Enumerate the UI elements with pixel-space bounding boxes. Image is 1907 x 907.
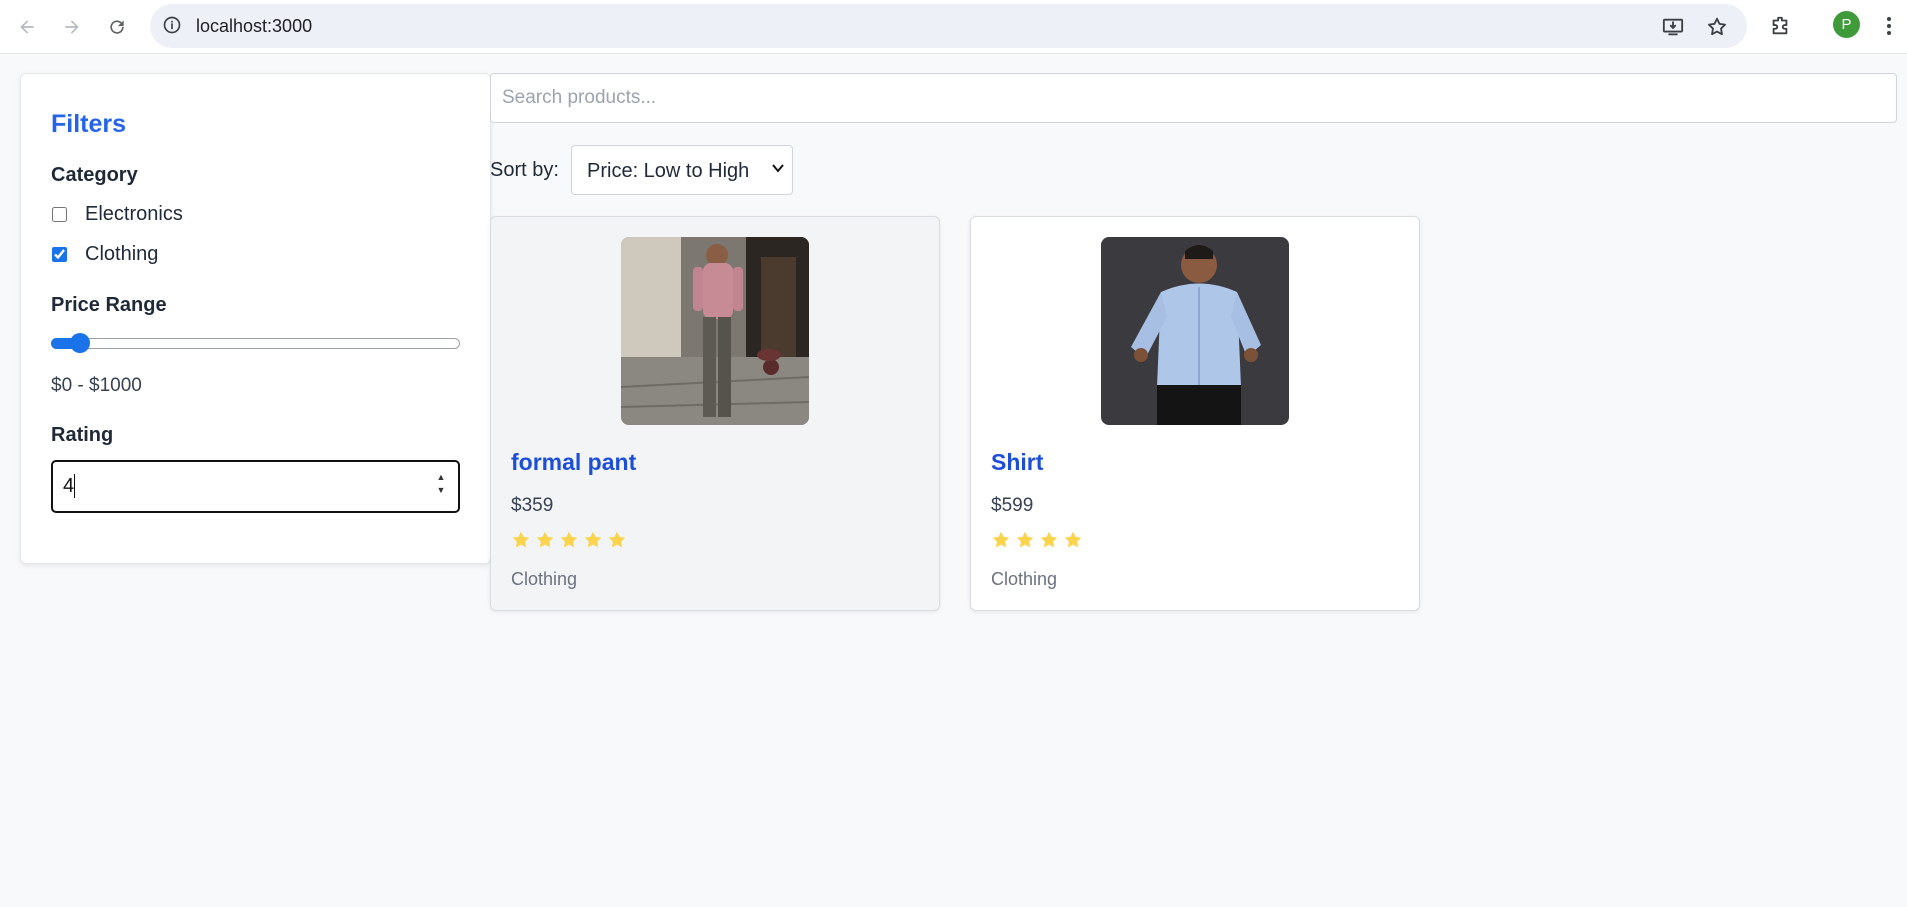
- price-range-slider[interactable]: [51, 333, 460, 353]
- filters-title: Filters: [51, 110, 127, 138]
- price-range-title: Price Range: [51, 294, 167, 316]
- spin-up-icon[interactable]: ▲: [434, 471, 448, 484]
- star-icon: [584, 531, 602, 548]
- install-app-icon[interactable]: [1660, 14, 1686, 40]
- rating-input-value[interactable]: 4: [63, 475, 74, 498]
- rating-number-input[interactable]: 4 ▲ ▼: [51, 460, 460, 513]
- product-rating-stars: [991, 530, 1083, 550]
- profile-avatar[interactable]: P: [1833, 11, 1860, 38]
- product-name[interactable]: Shirt: [991, 449, 1043, 476]
- search-box[interactable]: [490, 73, 1897, 123]
- product-image-formal-pant[interactable]: [621, 237, 809, 425]
- rating-title: Rating: [51, 424, 114, 446]
- product-category: Clothing: [991, 569, 1058, 589]
- text-caret: [74, 474, 75, 498]
- more-vert-icon[interactable]: [1873, 10, 1905, 42]
- category-electronics[interactable]: Electronics: [51, 203, 183, 226]
- back-arrow-icon[interactable]: [9, 9, 45, 45]
- star-icon: [560, 531, 578, 548]
- chevron-down-icon: [772, 164, 784, 173]
- product-name[interactable]: formal pant: [511, 449, 636, 476]
- forward-arrow-icon[interactable]: [54, 9, 90, 45]
- slider-track: [51, 338, 460, 349]
- clothing-checkbox[interactable]: [52, 247, 67, 262]
- browser-toolbar: localhost:3000 P: [0, 0, 1907, 54]
- sort-select[interactable]: Price: Low to High: [571, 145, 793, 195]
- filters-panel: Filters Category Electronics Clothing Pr…: [20, 73, 491, 564]
- star-icon: [608, 531, 626, 548]
- clothing-label: Clothing: [85, 243, 159, 265]
- sort-label: Sort by:: [490, 159, 559, 181]
- product-card[interactable]: formal pant $359 Clothing: [490, 216, 940, 611]
- product-category: Clothing: [511, 569, 578, 589]
- star-icon: [992, 531, 1010, 548]
- search-input[interactable]: [491, 74, 1896, 122]
- spin-down-icon[interactable]: ▼: [434, 484, 448, 497]
- product-price: $599: [991, 495, 1034, 516]
- price-range-value: $0 - $1000: [51, 375, 142, 396]
- category-title: Category: [51, 164, 138, 186]
- url-text[interactable]: localhost:3000: [196, 16, 312, 37]
- product-card[interactable]: Shirt $599 Clothing: [970, 216, 1420, 611]
- rating-spinner[interactable]: ▲ ▼: [434, 471, 448, 499]
- sort-selected-value[interactable]: Price: Low to High: [587, 160, 749, 183]
- site-info-icon[interactable]: [162, 15, 182, 35]
- electronics-checkbox[interactable]: [52, 207, 67, 222]
- bookmark-star-icon[interactable]: [1704, 14, 1730, 40]
- product-price: $359: [511, 495, 554, 516]
- star-icon: [512, 531, 530, 548]
- star-icon: [1064, 531, 1082, 548]
- address-bar[interactable]: localhost:3000: [150, 4, 1747, 48]
- star-icon: [1016, 531, 1034, 548]
- reload-icon[interactable]: [99, 9, 135, 45]
- electronics-label: Electronics: [85, 203, 183, 225]
- avatar-letter: P: [1841, 16, 1852, 33]
- category-clothing[interactable]: Clothing: [51, 243, 158, 266]
- product-rating-stars: [511, 530, 627, 550]
- product-image-shirt[interactable]: [1101, 237, 1289, 425]
- extensions-icon[interactable]: [1764, 10, 1796, 42]
- slider-thumb[interactable]: [70, 333, 90, 353]
- star-icon: [1040, 531, 1058, 548]
- star-icon: [536, 531, 554, 548]
